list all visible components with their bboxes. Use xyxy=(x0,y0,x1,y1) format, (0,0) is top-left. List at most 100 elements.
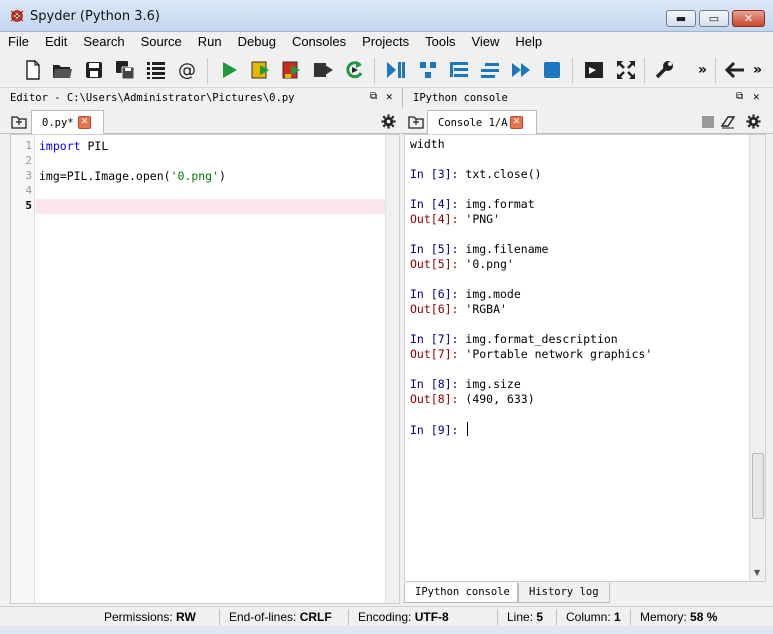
menu-debug[interactable]: Debug xyxy=(230,32,284,52)
tab-history-log[interactable]: History log xyxy=(518,583,610,603)
svg-text:@: @ xyxy=(178,60,196,81)
tab-label: Console 1/A xyxy=(438,117,508,129)
run-cell-advance-icon[interactable] xyxy=(281,59,303,81)
toolbar-overflow-right-icon[interactable]: » xyxy=(753,62,762,78)
menu-source[interactable]: Source xyxy=(133,32,190,52)
input-text: img.format_description xyxy=(465,332,618,346)
output-text: 'Portable network graphics' xyxy=(465,347,653,361)
toolbar-separator xyxy=(207,58,208,84)
back-arrow-icon[interactable] xyxy=(724,59,746,81)
close-tab-icon[interactable]: ✕ xyxy=(510,116,523,129)
run-selection-icon[interactable] xyxy=(312,59,334,81)
menu-run[interactable]: Run xyxy=(190,32,230,52)
menu-consoles[interactable]: Consoles xyxy=(284,32,354,52)
email-at-icon[interactable]: @ xyxy=(176,59,198,81)
ipython-console[interactable]: width In [3]: txt.close() In [4]: img.fo… xyxy=(404,134,766,582)
outline-list-icon[interactable] xyxy=(145,59,167,81)
scroll-down-arrow-icon[interactable]: ▼ xyxy=(754,568,760,577)
keyword-import: import xyxy=(39,139,81,153)
minimize-button[interactable]: ▬ xyxy=(666,10,696,27)
save-all-icon[interactable] xyxy=(114,59,136,81)
toolbar-overflow-left-icon[interactable]: » xyxy=(698,62,707,78)
clear-console-eraser-icon[interactable] xyxy=(721,115,735,129)
options-gear-icon[interactable] xyxy=(746,114,761,129)
in-prompt: In [4]: xyxy=(410,197,466,211)
preferences-wrench-icon[interactable] xyxy=(653,59,675,81)
out-prompt: Out[5]: xyxy=(410,257,466,271)
undock-icon[interactable]: ⧉ xyxy=(736,91,743,102)
menu-projects[interactable]: Projects xyxy=(354,32,417,52)
editor-scrollbar[interactable] xyxy=(385,135,399,603)
stop-debug-icon[interactable] xyxy=(541,59,563,81)
browse-tabs-folder-icon[interactable] xyxy=(408,115,424,129)
input-text: img.filename xyxy=(465,242,549,256)
step-into-icon[interactable] xyxy=(448,59,470,81)
console-prompt-line[interactable]: In [9]: xyxy=(410,422,469,437)
browse-tabs-folder-icon[interactable] xyxy=(11,115,27,129)
minimize-icon: ▬ xyxy=(675,12,687,25)
status-separator xyxy=(348,609,349,625)
scrollbar-thumb[interactable] xyxy=(752,453,764,519)
console-input-line: In [3]: txt.close() xyxy=(410,167,542,181)
new-file-icon[interactable] xyxy=(22,59,44,81)
close-pane-icon[interactable]: ✕ xyxy=(753,90,760,103)
code-line-3[interactable]: img=PIL.Image.open('0.png') xyxy=(39,169,226,183)
line-number: 4 xyxy=(25,184,32,197)
tab-ipython-console[interactable]: IPython console xyxy=(404,583,518,603)
menu-view[interactable]: View xyxy=(463,32,507,52)
fullscreen-icon[interactable] xyxy=(615,59,637,81)
maximize-button[interactable]: ▭ xyxy=(699,10,729,27)
editor-pane-header: Editor - C:\Users\Administrator\Pictures… xyxy=(0,88,401,108)
menu-help[interactable]: Help xyxy=(507,32,550,52)
toolbar-separator xyxy=(644,58,645,84)
tab-console-1a[interactable]: Console 1/A ✕ xyxy=(427,110,537,134)
close-window-button[interactable]: ✕ xyxy=(732,10,765,27)
menu-tools[interactable]: Tools xyxy=(417,32,463,52)
code-editor[interactable]: 1 2 3 4 5 import PIL img=PIL.Image.open(… xyxy=(10,134,400,604)
menu-search[interactable]: Search xyxy=(75,32,132,52)
code-line-1[interactable]: import PIL xyxy=(39,139,108,153)
maximize-pane-icon[interactable] xyxy=(583,59,605,81)
menu-edit[interactable]: Edit xyxy=(37,32,75,52)
output-text: (490, 633) xyxy=(465,392,535,406)
rerun-icon[interactable] xyxy=(343,59,365,81)
title-bar: Spyder (Python 3.6) ▬ ▭ ✕ xyxy=(0,0,773,32)
console-input-line: In [4]: img.format xyxy=(410,197,535,211)
line-number-current: 5 xyxy=(25,199,32,212)
spyder-logo-icon xyxy=(10,10,24,22)
debug-icon[interactable] xyxy=(384,59,406,81)
status-end-of-lines: End-of-lines: CRLF xyxy=(229,610,332,624)
console-scrollbar[interactable]: ▼ xyxy=(749,135,765,581)
step-return-icon[interactable] xyxy=(479,59,501,81)
status-memory: Memory: 58 % xyxy=(640,610,718,624)
editor-tab-bar: 0.py* ✕ xyxy=(0,108,401,134)
console-output-line: Out[4]: 'PNG' xyxy=(410,212,500,226)
open-file-icon[interactable] xyxy=(51,59,73,81)
toolbar-separator xyxy=(572,58,573,84)
toolbar-separator xyxy=(715,58,716,84)
status-separator xyxy=(497,609,498,625)
stop-kernel-icon[interactable] xyxy=(702,116,714,128)
options-gear-icon[interactable] xyxy=(381,114,396,129)
editor-title: Editor - C:\Users\Administrator\Pictures… xyxy=(10,92,295,104)
run-cell-icon[interactable] xyxy=(250,59,272,81)
continue-icon[interactable] xyxy=(510,59,532,81)
undock-icon[interactable]: ⧉ xyxy=(370,91,377,102)
close-icon: ✕ xyxy=(743,12,754,25)
console-input-line: In [8]: img.size xyxy=(410,377,521,391)
console-output-line: Out[7]: 'Portable network graphics' xyxy=(410,347,652,361)
string-literal: '0.png' xyxy=(170,169,220,183)
out-prompt: Out[6]: xyxy=(410,302,466,316)
in-prompt: In [3]: xyxy=(410,167,466,181)
in-prompt: In [6]: xyxy=(410,287,466,301)
in-prompt: In [5]: xyxy=(410,242,466,256)
run-icon[interactable] xyxy=(218,59,240,81)
close-tab-icon[interactable]: ✕ xyxy=(78,116,91,129)
input-text: img.size xyxy=(465,377,521,391)
save-icon[interactable] xyxy=(83,59,105,81)
menu-file[interactable]: File xyxy=(0,32,37,52)
status-separator xyxy=(556,609,557,625)
step-icon[interactable] xyxy=(417,59,439,81)
tab-0-py[interactable]: 0.py* ✕ xyxy=(31,110,104,134)
close-pane-icon[interactable]: ✕ xyxy=(386,90,393,103)
